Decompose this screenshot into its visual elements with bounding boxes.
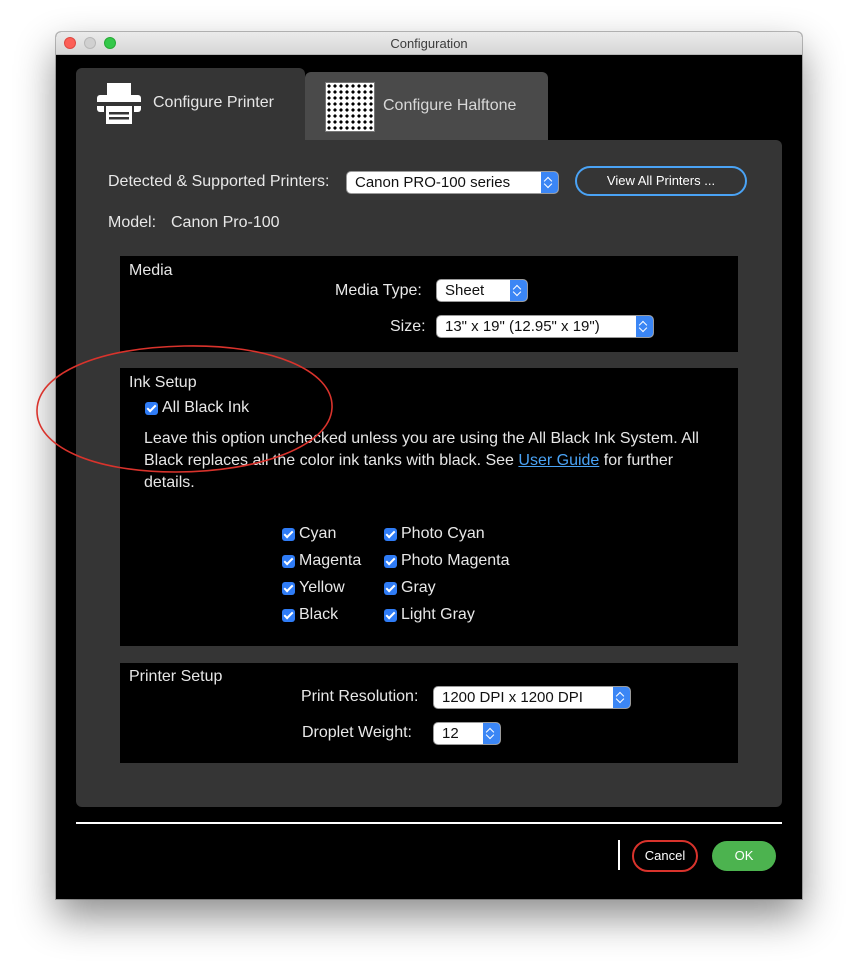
print-resolution-label: Print Resolution: bbox=[301, 688, 419, 705]
light-gray-checkbox[interactable] bbox=[384, 609, 397, 622]
ok-button[interactable]: OK bbox=[712, 841, 776, 871]
model-value: Canon Pro-100 bbox=[171, 214, 280, 231]
chevron-up-down-icon bbox=[613, 687, 630, 708]
chevron-up-down-icon bbox=[541, 172, 558, 193]
droplet-weight-select[interactable]: 12 bbox=[434, 723, 500, 744]
gray-checkbox[interactable] bbox=[384, 582, 397, 595]
media-section: Media Media Type: Sheet Size: 13" x 19" … bbox=[120, 256, 738, 352]
detected-printers-value: Canon PRO-100 series bbox=[355, 174, 511, 191]
detected-printers-select[interactable]: Canon PRO-100 series bbox=[347, 172, 558, 193]
photo-cyan-checkbox[interactable] bbox=[384, 528, 397, 541]
tab-configure-printer[interactable]: Configure Printer bbox=[76, 68, 305, 140]
size-select[interactable]: 13" x 19" (12.95" x 19") bbox=[437, 316, 653, 337]
photo-cyan-label[interactable]: Photo Cyan bbox=[401, 525, 485, 543]
magenta-checkbox[interactable] bbox=[282, 555, 295, 568]
title-bar: Configuration bbox=[56, 32, 802, 55]
annotation-ellipse bbox=[36, 345, 333, 473]
printer-icon bbox=[97, 83, 141, 126]
model-label: Model: bbox=[108, 214, 157, 231]
tab-label: Configure Printer bbox=[153, 94, 274, 111]
photo-magenta-label[interactable]: Photo Magenta bbox=[401, 552, 510, 570]
media-type-value: Sheet bbox=[445, 282, 485, 299]
cyan-label[interactable]: Cyan bbox=[299, 525, 336, 543]
yellow-label[interactable]: Yellow bbox=[299, 579, 345, 597]
cancel-button[interactable]: Cancel bbox=[632, 840, 698, 872]
view-all-printers-button[interactable]: View All Printers ... bbox=[575, 166, 747, 196]
black-label[interactable]: Black bbox=[299, 606, 338, 624]
light-gray-label[interactable]: Light Gray bbox=[401, 606, 475, 624]
printer-setup-section: Printer Setup Print Resolution: 1200 DPI… bbox=[120, 663, 738, 763]
tab-configure-halftone[interactable]: Configure Halftone bbox=[305, 72, 548, 140]
detected-printers-label: Detected & Supported Printers: bbox=[108, 173, 330, 190]
droplet-weight-label: Droplet Weight: bbox=[302, 724, 412, 741]
user-guide-link[interactable]: User Guide bbox=[518, 452, 599, 469]
media-type-select[interactable]: Sheet bbox=[437, 280, 527, 301]
droplet-weight-value: 12 bbox=[442, 725, 459, 742]
chevron-up-down-icon bbox=[636, 316, 653, 337]
print-resolution-select[interactable]: 1200 DPI x 1200 DPI bbox=[434, 687, 630, 708]
print-resolution-value: 1200 DPI x 1200 DPI bbox=[442, 689, 583, 706]
chevron-up-down-icon bbox=[510, 280, 527, 301]
size-label: Size: bbox=[390, 318, 426, 335]
gray-label[interactable]: Gray bbox=[401, 579, 436, 597]
yellow-checkbox[interactable] bbox=[282, 582, 295, 595]
media-type-label: Media Type: bbox=[335, 282, 422, 299]
section-title: Printer Setup bbox=[129, 668, 223, 685]
chevron-up-down-icon bbox=[483, 723, 500, 744]
section-title: Media bbox=[129, 262, 173, 279]
cyan-checkbox[interactable] bbox=[282, 528, 295, 541]
tab-label: Configure Halftone bbox=[383, 97, 517, 114]
size-value: 13" x 19" (12.95" x 19") bbox=[445, 318, 600, 335]
black-checkbox[interactable] bbox=[282, 609, 295, 622]
footer-divider bbox=[76, 822, 782, 824]
footer-separator bbox=[618, 840, 620, 870]
halftone-pattern-icon bbox=[325, 82, 375, 132]
magenta-label[interactable]: Magenta bbox=[299, 552, 361, 570]
window-title: Configuration bbox=[390, 36, 468, 51]
photo-magenta-checkbox[interactable] bbox=[384, 555, 397, 568]
